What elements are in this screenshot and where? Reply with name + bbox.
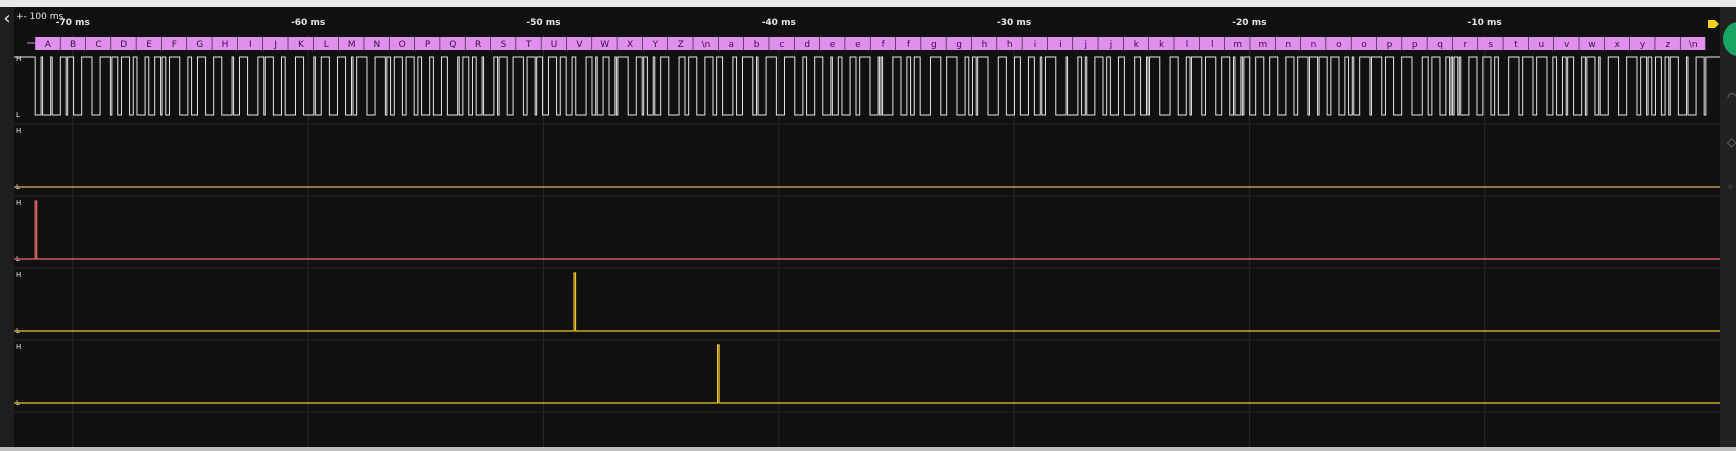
decoder-byte-label: t bbox=[1514, 40, 1518, 50]
time-tick-label: -20 ms bbox=[1232, 18, 1266, 28]
decoder-byte-label: R bbox=[475, 40, 481, 50]
decoder-byte-label: s bbox=[1488, 40, 1493, 50]
decoder-byte-label: g bbox=[956, 40, 962, 50]
decoder-byte-label: \n bbox=[702, 40, 711, 50]
decoder-byte-label: g bbox=[931, 40, 937, 50]
decoder-byte-label: C bbox=[95, 40, 101, 50]
channel-high-label: H bbox=[16, 343, 21, 351]
decoder-byte-label: n bbox=[1311, 40, 1317, 50]
settings-icon[interactable]: ◦ bbox=[1727, 180, 1734, 194]
decoder-byte-label: x bbox=[1615, 40, 1621, 50]
decoder-byte-label: a bbox=[729, 40, 735, 50]
right-panel-edge bbox=[1720, 7, 1736, 447]
decoder-byte-label: k bbox=[1159, 40, 1165, 50]
decoder-byte-label: w bbox=[1588, 40, 1595, 50]
decoder-byte-label: E bbox=[146, 40, 152, 50]
decoder-byte-label: d bbox=[804, 40, 810, 50]
decoder-byte-label: X bbox=[627, 40, 633, 50]
decoder-byte-label: J bbox=[273, 40, 277, 50]
decoder-byte-label: S bbox=[501, 40, 507, 50]
decoder-byte-label: Q bbox=[449, 40, 456, 50]
decoder-byte-label: v bbox=[1564, 40, 1570, 50]
decoder-row: A B C D E F G H I J K L M N O P Q R S T U V W X Y Z \n a b c d e e f f g g h h… bbox=[27, 37, 1706, 50]
decoder-byte-label: e bbox=[855, 40, 861, 50]
decoder-byte-label: j bbox=[1109, 40, 1113, 50]
decoder-byte-label: N bbox=[374, 40, 381, 50]
decoder-byte-label: O bbox=[399, 40, 406, 50]
time-tick-label: -10 ms bbox=[1468, 18, 1502, 28]
decoder-byte-label: o bbox=[1361, 40, 1367, 50]
chevron-left-icon: ‹ bbox=[3, 8, 11, 29]
decoder-byte-label: e bbox=[830, 40, 836, 50]
channel-high-label: H bbox=[16, 199, 21, 207]
decoder-byte-label: T bbox=[525, 40, 532, 50]
decoder-byte-label: h bbox=[982, 40, 988, 50]
decoder-byte-label: b bbox=[754, 40, 760, 50]
decoder-byte-label: n bbox=[1285, 40, 1291, 50]
decoder-byte-label: u bbox=[1538, 40, 1544, 50]
time-tick-label: -70 ms bbox=[56, 18, 90, 28]
decoder-byte-label: Y bbox=[652, 40, 659, 50]
bottom-strip bbox=[0, 447, 1736, 451]
time-tick-label: -50 ms bbox=[526, 18, 560, 28]
channel-high-label: H bbox=[16, 55, 21, 63]
decoder-byte-label: q bbox=[1437, 40, 1443, 50]
decoder-byte-label: A bbox=[45, 40, 52, 50]
decoder-byte-label: W bbox=[600, 40, 609, 50]
decoder-byte-label: l bbox=[1211, 40, 1214, 50]
measure-icon[interactable]: ◇ bbox=[1727, 135, 1736, 149]
decoder-byte-label: l bbox=[1186, 40, 1189, 50]
decoder-byte-label: M bbox=[348, 40, 356, 50]
decoder-byte-label: r bbox=[1464, 40, 1468, 50]
back-button[interactable]: ‹ bbox=[0, 9, 14, 29]
decoder-byte-label: z bbox=[1666, 40, 1671, 50]
time-tick-label: -30 ms bbox=[997, 18, 1031, 28]
decoder-byte-label: F bbox=[172, 40, 177, 50]
channel-high-label: H bbox=[16, 271, 21, 279]
decoder-byte-label: c bbox=[779, 40, 784, 50]
decoder-byte-label: D bbox=[120, 40, 127, 50]
decoder-byte-label: G bbox=[196, 40, 203, 50]
channel-high-label: H bbox=[16, 127, 21, 135]
channel-low-label: L bbox=[16, 111, 20, 119]
decoder-byte-label: B bbox=[70, 40, 76, 50]
decoder-byte-label: y bbox=[1640, 40, 1646, 50]
decoder-byte-label: I bbox=[249, 40, 252, 50]
decoder-byte-label: V bbox=[576, 40, 583, 50]
decoder-byte-label: o bbox=[1336, 40, 1342, 50]
time-tick-label: -40 ms bbox=[762, 18, 796, 28]
decoder-byte-label: \n bbox=[1689, 40, 1698, 50]
decoder-byte-label: p bbox=[1387, 40, 1393, 50]
decoder-byte-label: h bbox=[1007, 40, 1013, 50]
decoder-byte-label: m bbox=[1233, 40, 1242, 50]
decoder-byte-label: k bbox=[1134, 40, 1140, 50]
decoder-byte-label: j bbox=[1083, 40, 1087, 50]
decoder-byte-label: Z bbox=[678, 40, 684, 50]
decoder-byte-label: L bbox=[324, 40, 329, 50]
waveform-background bbox=[14, 7, 1720, 447]
time-tick-label: -60 ms bbox=[291, 18, 325, 28]
top-window-strip bbox=[0, 0, 1736, 7]
waveform-view[interactable]: +- 100 ms -70 ms -60 ms -50 ms -40 ms -30 ms… bbox=[14, 7, 1720, 447]
decoder-byte-label: i bbox=[1034, 40, 1037, 50]
decoder-byte-label: H bbox=[222, 40, 229, 50]
decoder-byte-label: p bbox=[1412, 40, 1418, 50]
decoder-byte-label: i bbox=[1059, 40, 1062, 50]
decoder-byte-label: U bbox=[551, 40, 558, 50]
panel-icon[interactable]: ◠ bbox=[1727, 90, 1736, 104]
decoder-byte-label: P bbox=[425, 40, 431, 50]
decoder-byte-label: m bbox=[1259, 40, 1268, 50]
